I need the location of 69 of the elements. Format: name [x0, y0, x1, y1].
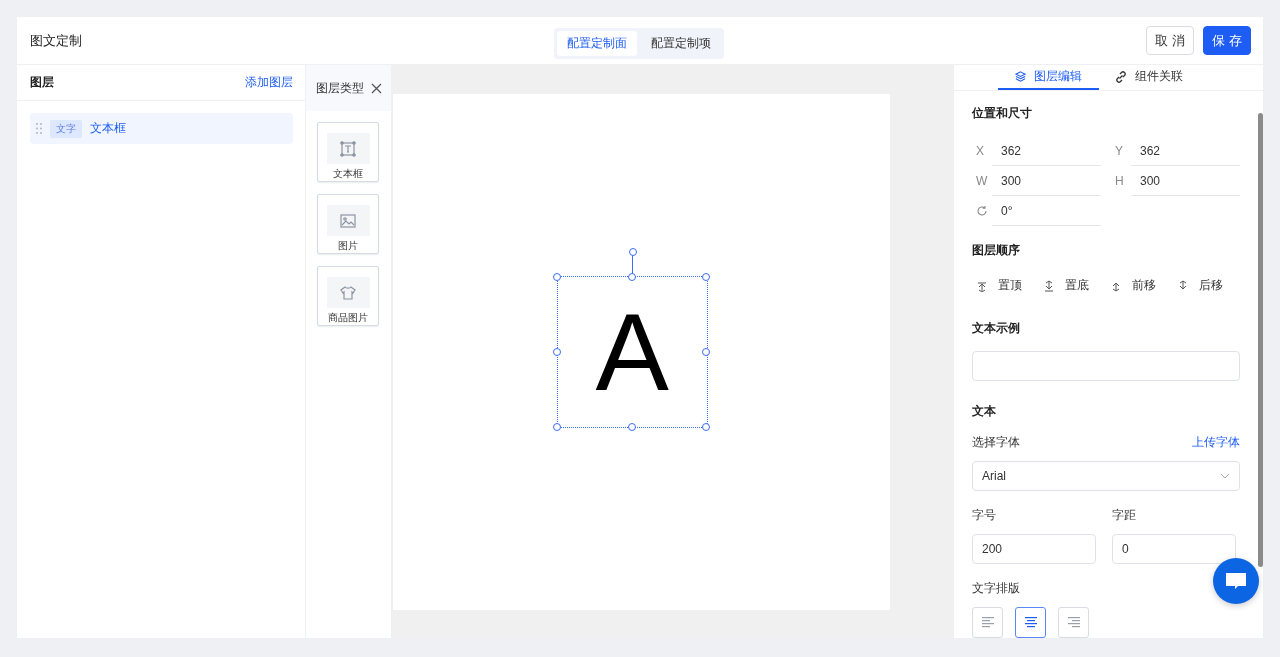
field-label: 字号 [972, 507, 997, 524]
backward-arrow-icon [1177, 279, 1189, 292]
align-center-icon [1024, 617, 1037, 628]
align-left-icon [981, 617, 994, 628]
cancel-button[interactable]: 取 消 [1146, 26, 1194, 55]
inspector-tab[interactable]: 图层编辑 [997, 65, 1099, 90]
field-label: 文字排版 [972, 580, 1021, 597]
resize-handle[interactable] [702, 272, 711, 281]
section-title: 位置和尺寸 [972, 105, 1033, 122]
field-label: 字距 [1112, 507, 1137, 524]
upload-font-link[interactable]: 上传字体 [1192, 434, 1240, 451]
resize-handle[interactable] [553, 347, 562, 356]
layers-icon [1014, 71, 1026, 82]
order-button[interactable]: 前移 [1106, 273, 1173, 298]
field-label: 选择字体 [972, 434, 1020, 451]
layer-name: 文本框 [90, 120, 126, 137]
add-layer-link[interactable]: 添加图层 [245, 74, 294, 91]
sample-text-field[interactable] [972, 351, 1240, 381]
number-field[interactable]: 362 [992, 136, 1101, 166]
shirt-icon [340, 284, 357, 301]
section-title: 文本 [972, 403, 997, 420]
resize-handle[interactable] [553, 422, 562, 431]
align-right-icon [1067, 617, 1080, 628]
chat-bubble-icon [1225, 571, 1247, 591]
resize-handle[interactable] [627, 272, 636, 281]
top-arrow-icon [976, 279, 988, 292]
chat-button[interactable] [1213, 558, 1259, 604]
panel-title: 图层类型 [316, 79, 365, 97]
field-label: Y [1115, 143, 1123, 158]
panel-title: 图层 [30, 74, 54, 91]
chevron-down-icon [1220, 473, 1230, 479]
number-field[interactable]: 300 [1131, 166, 1240, 196]
order-button[interactable]: 后移 [1173, 273, 1240, 298]
link-icon [1115, 70, 1127, 83]
resize-handle[interactable] [627, 422, 636, 431]
page-title: 图文定制 [30, 31, 82, 50]
section-title: 文本示例 [972, 320, 1021, 337]
text-element[interactable]: A [595, 297, 669, 407]
close-icon[interactable] [370, 82, 382, 94]
align-button[interactable] [1015, 607, 1046, 638]
font-size-field[interactable]: 200 [972, 534, 1096, 564]
order-button[interactable]: 置顶 [972, 273, 1039, 298]
font-select[interactable]: Arial [972, 461, 1240, 491]
inspector-tab[interactable]: 组件关联 [1098, 65, 1200, 90]
text-box-icon [340, 140, 357, 157]
field-label: H [1115, 173, 1124, 188]
save-button[interactable]: 保 存 [1203, 26, 1251, 55]
number-field[interactable]: 300 [992, 166, 1101, 196]
rotate-icon[interactable] [976, 204, 988, 217]
field-label: X [976, 143, 984, 158]
segment-tab[interactable]: 配置定制项 [641, 31, 721, 56]
number-field[interactable]: 362 [1131, 136, 1240, 166]
rotate-handle[interactable] [628, 248, 637, 256]
layer-type-card[interactable]: 文本框 [317, 122, 380, 182]
type-tag: 文字 [50, 119, 82, 138]
layer-type-card[interactable]: 商品图片 [317, 266, 380, 326]
drag-handle-icon[interactable] [36, 123, 42, 134]
layer-item[interactable]: 文字 文本框 [30, 113, 294, 144]
bottom-arrow-icon [1043, 279, 1055, 292]
resize-handle[interactable] [553, 272, 562, 281]
segment-tab[interactable]: 配置定制面 [557, 31, 637, 56]
resize-handle[interactable] [702, 347, 711, 356]
number-field[interactable]: 0° [992, 196, 1101, 226]
resize-handle[interactable] [702, 422, 711, 431]
field-label: W [976, 173, 988, 188]
image-icon [340, 212, 357, 229]
layer-type-card[interactable]: 图片 [317, 194, 380, 254]
order-button[interactable]: 置底 [1039, 273, 1106, 298]
section-title: 图层顺序 [972, 242, 1021, 259]
